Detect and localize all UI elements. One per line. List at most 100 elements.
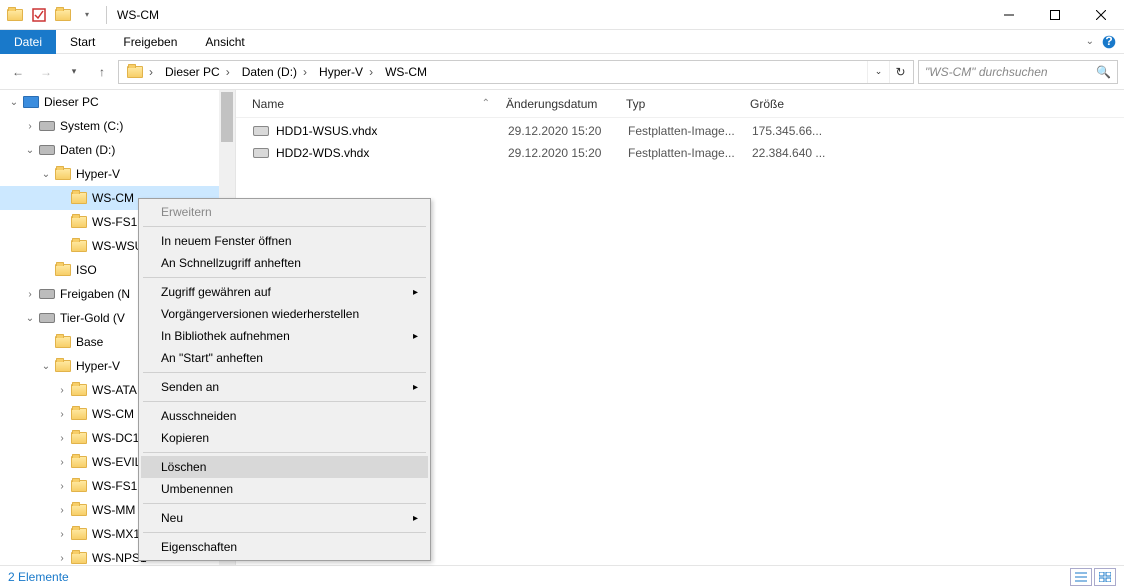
expand-toggle-icon[interactable]: ⌄ bbox=[38, 169, 54, 180]
breadcrumb-item[interactable]: WS-CM bbox=[379, 61, 433, 83]
maximize-button[interactable] bbox=[1032, 0, 1078, 30]
menu-item[interactable]: Neu▸ bbox=[141, 507, 428, 529]
pc-icon bbox=[22, 94, 40, 110]
menu-item[interactable]: In neuem Fenster öffnen bbox=[141, 230, 428, 252]
file-row[interactable]: HDD1-WSUS.vhdx29.12.2020 15:20Festplatte… bbox=[236, 120, 1124, 142]
menu-item-label: Zugriff gewähren auf bbox=[161, 285, 271, 299]
qat-newfolder-icon[interactable] bbox=[52, 4, 74, 26]
menu-item[interactable]: Senden an▸ bbox=[141, 376, 428, 398]
view-details-button[interactable] bbox=[1070, 568, 1092, 586]
qat-properties-icon[interactable] bbox=[28, 4, 50, 26]
expand-toggle-icon[interactable]: › bbox=[54, 433, 70, 444]
menu-separator bbox=[143, 532, 426, 533]
file-row[interactable]: HDD2-WDS.vhdx29.12.2020 15:20Festplatten… bbox=[236, 142, 1124, 164]
breadcrumb-item[interactable]: Hyper-V› bbox=[313, 61, 379, 83]
menu-item[interactable]: Zugriff gewähren auf ▸ bbox=[141, 281, 428, 303]
menu-item[interactable]: An Schnellzugriff anheften bbox=[141, 252, 428, 274]
menu-item-label: Umbenennen bbox=[161, 482, 233, 496]
menu-separator bbox=[143, 226, 426, 227]
folder-icon bbox=[70, 430, 88, 446]
expand-toggle-icon[interactable]: › bbox=[54, 505, 70, 516]
scroll-thumb[interactable] bbox=[221, 92, 233, 142]
breadcrumb-item[interactable]: Dieser PC› bbox=[159, 61, 236, 83]
close-button[interactable] bbox=[1078, 0, 1124, 30]
menu-item-label: An "Start" anheften bbox=[161, 351, 263, 365]
disk-icon bbox=[252, 124, 270, 138]
address-dropdown-icon[interactable]: ⌄ bbox=[867, 61, 889, 83]
tree-item-label: Base bbox=[76, 335, 103, 349]
ribbon-tab-freigeben[interactable]: Freigeben bbox=[109, 30, 191, 54]
menu-item[interactable]: In Bibliothek aufnehmen▸ bbox=[141, 325, 428, 347]
ribbon-tab-datei[interactable]: Datei bbox=[0, 30, 56, 54]
tree-item[interactable]: ⌄Daten (D:) bbox=[0, 138, 235, 162]
back-button[interactable]: ← bbox=[6, 60, 30, 84]
tree-item-label: Hyper-V bbox=[76, 167, 120, 181]
tree-item-label: WS-CM bbox=[92, 191, 134, 205]
menu-item-label: In Bibliothek aufnehmen bbox=[161, 329, 290, 343]
expand-toggle-icon[interactable]: › bbox=[22, 121, 38, 132]
submenu-arrow-icon: ▸ bbox=[413, 287, 418, 298]
expand-toggle-icon[interactable]: ⌄ bbox=[38, 361, 54, 372]
context-menu: ErweiternIn neuem Fenster öffnenAn Schne… bbox=[138, 198, 431, 561]
folder-icon bbox=[4, 4, 26, 26]
menu-separator bbox=[143, 277, 426, 278]
tree-item[interactable]: ⌄Dieser PC bbox=[0, 90, 235, 114]
folder-icon bbox=[70, 454, 88, 470]
expand-toggle-icon[interactable]: › bbox=[54, 385, 70, 396]
menu-item-label: Ausschneiden bbox=[161, 409, 236, 423]
menu-item[interactable]: An "Start" anheften bbox=[141, 347, 428, 369]
menu-item[interactable]: Vorgängerversionen wiederherstellen bbox=[141, 303, 428, 325]
expand-toggle-icon[interactable]: › bbox=[54, 529, 70, 540]
expand-toggle-icon[interactable]: › bbox=[22, 289, 38, 300]
expand-toggle-icon[interactable]: ⌄ bbox=[22, 313, 38, 324]
menu-separator bbox=[143, 503, 426, 504]
breadcrumb-root-icon[interactable]: › bbox=[121, 61, 159, 83]
menu-item[interactable]: Umbenennen bbox=[141, 478, 428, 500]
expand-toggle-icon[interactable]: › bbox=[54, 457, 70, 468]
recent-locations-button[interactable]: ▾ bbox=[62, 60, 86, 84]
search-input[interactable]: "WS-CM" durchsuchen 🔍 bbox=[918, 60, 1118, 84]
help-icon[interactable]: ? bbox=[1102, 35, 1116, 49]
breadcrumb-label: Hyper-V bbox=[319, 65, 363, 79]
expand-toggle-icon[interactable]: ⌄ bbox=[6, 97, 22, 108]
tree-item-label: WS-ATA bbox=[92, 383, 137, 397]
submenu-arrow-icon: ▸ bbox=[413, 513, 418, 524]
menu-item[interactable]: Ausschneiden bbox=[141, 405, 428, 427]
menu-item-label: Kopieren bbox=[161, 431, 209, 445]
window-title: WS-CM bbox=[111, 8, 159, 22]
ribbon-expand-icon[interactable]: ⌄ bbox=[1086, 36, 1094, 47]
separator bbox=[106, 6, 107, 24]
column-header-date[interactable]: Änderungsdatum bbox=[498, 97, 618, 111]
expand-toggle-icon[interactable]: › bbox=[54, 481, 70, 492]
minimize-button[interactable] bbox=[986, 0, 1032, 30]
tree-item-label: WS-DC1 bbox=[92, 431, 139, 445]
breadcrumb-label: Dieser PC bbox=[165, 65, 220, 79]
address-bar[interactable]: › Dieser PC› Daten (D:)› Hyper-V› WS-CM … bbox=[118, 60, 914, 84]
expand-toggle-icon[interactable]: › bbox=[54, 553, 70, 564]
ribbon-tab-ansicht[interactable]: Ansicht bbox=[191, 30, 258, 54]
qat-dropdown-icon[interactable]: ▾ bbox=[76, 4, 98, 26]
view-icons-button[interactable] bbox=[1094, 568, 1116, 586]
menu-item[interactable]: Löschen bbox=[141, 456, 428, 478]
breadcrumb-item[interactable]: Daten (D:)› bbox=[236, 61, 313, 83]
menu-item[interactable]: Kopieren bbox=[141, 427, 428, 449]
tree-item-label: ISO bbox=[76, 263, 97, 277]
ribbon-tabs: Datei Start Freigeben Ansicht ⌄ ? bbox=[0, 30, 1124, 54]
folder-icon bbox=[70, 190, 88, 206]
column-header-name[interactable]: Name⌃ bbox=[244, 97, 498, 111]
folder-icon bbox=[70, 550, 88, 565]
expand-toggle-icon[interactable]: › bbox=[54, 409, 70, 420]
tree-item-label: Tier-Gold (V bbox=[60, 311, 125, 325]
forward-button[interactable]: → bbox=[34, 60, 58, 84]
search-placeholder: "WS-CM" durchsuchen bbox=[925, 65, 1048, 79]
column-header-type[interactable]: Typ bbox=[618, 97, 742, 111]
column-header-size[interactable]: Größe bbox=[742, 97, 842, 111]
tree-item[interactable]: ›System (C:) bbox=[0, 114, 235, 138]
ribbon-tab-start[interactable]: Start bbox=[56, 30, 109, 54]
net-icon bbox=[38, 286, 56, 302]
refresh-button[interactable]: ↻ bbox=[889, 61, 911, 83]
up-button[interactable]: ↑ bbox=[90, 60, 114, 84]
tree-item[interactable]: ⌄ Hyper-V bbox=[0, 162, 235, 186]
menu-item[interactable]: Eigenschaften bbox=[141, 536, 428, 558]
expand-toggle-icon[interactable]: ⌄ bbox=[22, 145, 38, 156]
